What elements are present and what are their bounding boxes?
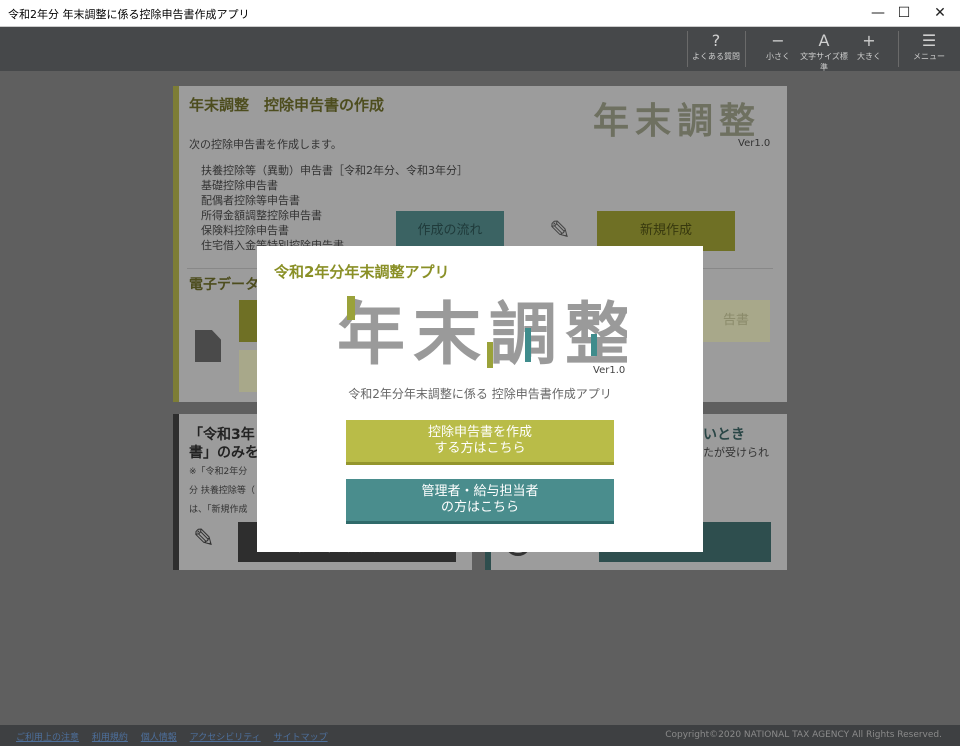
prev-year-note: ※「令和2年分: [189, 467, 248, 477]
dialog-subtitle: 令和2年分年末調整に係る 控除申告書作成アプリ: [348, 387, 612, 401]
faq-label: よくある質問: [692, 52, 740, 61]
create-declaration-button[interactable]: 控除申告書を作成 する方はこちら: [346, 420, 614, 462]
form-item: 配偶者控除等申告書: [201, 194, 300, 207]
question-icon: ?: [711, 31, 721, 50]
toolbar-divider: [687, 31, 688, 67]
footer-link[interactable]: ご利用上の注意: [16, 733, 79, 743]
footer-link[interactable]: 利用規約: [92, 733, 128, 743]
form-item: 扶養控除等（異動）申告書［令和2年分、令和3年分］: [201, 164, 468, 177]
main-heading: 年末調整 控除申告書の作成: [189, 96, 385, 114]
background-logo: 年末調整: [593, 101, 762, 142]
footer-link[interactable]: 個人情報: [141, 733, 177, 743]
form-item: 保険料控除申告書: [201, 224, 289, 237]
flow-button[interactable]: 作成の流れ: [396, 211, 504, 251]
toolbar-divider: [745, 31, 746, 67]
font-size-label: 文字サイズ標準: [800, 52, 848, 72]
smaller-button[interactable]: − 小さく: [756, 29, 800, 69]
window-title: 令和2年分 年末調整に係る控除申告書作成アプリ: [8, 8, 250, 21]
logo-accent-mark: [347, 296, 355, 320]
pencil-icon: ✎: [193, 524, 215, 554]
font-size-icon: A: [818, 31, 830, 50]
startup-dialog: 令和2年分年末調整アプリ 年末調整 Ver1.0 令和2年分年末調整に係る 控除…: [257, 246, 703, 552]
panel-accent-bar: [173, 414, 179, 570]
intro-text: 次の控除申告書を作成します。: [189, 138, 342, 151]
background-version: Ver1.0: [738, 138, 771, 149]
other-panel-title: いとき: [703, 427, 745, 443]
window-title-bar: 令和2年分 年末調整に係る控除申告書作成アプリ — ☐ ✕: [0, 0, 960, 27]
prev-year-title-2: 書」のみを: [189, 445, 259, 461]
admin-button-line2: の方はこちら: [440, 500, 519, 515]
toolbar-divider: [898, 31, 899, 67]
footer-links: ご利用上の注意 利用規約 個人情報 アクセシビリティ サイトマップ: [16, 730, 338, 743]
menu-button[interactable]: ☰ メニュー: [904, 29, 954, 69]
panel-accent-bar: [173, 86, 179, 402]
footer-link[interactable]: アクセシビリティ: [190, 733, 261, 743]
logo-accent-mark: [591, 334, 597, 356]
smaller-label: 小さく: [766, 52, 790, 61]
dialog-title: 令和2年分年末調整アプリ: [274, 263, 450, 281]
prev-year-note: は、「新規作成: [189, 505, 248, 515]
close-button[interactable]: ✕: [924, 0, 956, 26]
section2-heading: 電子データ: [189, 277, 259, 293]
font-size-reset-button[interactable]: A 文字サイズ標準: [800, 29, 848, 72]
prev-year-title-1: 「令和3年: [189, 427, 255, 443]
admin-button-line1: 管理者・給与担当者: [421, 484, 539, 499]
prev-year-note: 分 扶養控除等（: [189, 486, 255, 496]
pencil-icon: ✎: [549, 216, 571, 246]
administrator-button[interactable]: 管理者・給与担当者 の方はこちら: [346, 479, 614, 521]
minus-icon: −: [771, 31, 785, 50]
dialog-version: Ver1.0: [593, 365, 626, 376]
logo-text: 年末調整: [337, 296, 627, 370]
plus-icon: +: [862, 31, 876, 50]
larger-label: 大きく: [857, 52, 881, 61]
create-button-line2: する方はこちら: [434, 441, 526, 456]
nenmatsu-chousei-logo: 年末調整: [337, 296, 627, 370]
section2-right-button[interactable]: 告書: [702, 300, 770, 342]
footer: ご利用上の注意 利用規約 個人情報 アクセシビリティ サイトマップ Copyri…: [0, 725, 960, 746]
maximize-button[interactable]: ☐: [888, 0, 920, 26]
create-button-line1: 控除申告書を作成: [427, 425, 532, 440]
app-toolbar: ? よくある質問 − 小さく A 文字サイズ標準 + 大きく ☰ メニュー: [0, 27, 960, 72]
form-item: 所得金額調整控除申告書: [201, 209, 322, 222]
menu-label: メニュー: [913, 52, 945, 61]
hamburger-menu-icon: ☰: [921, 31, 937, 50]
logo-accent-mark: [487, 342, 493, 368]
logo-accent-mark: [525, 328, 531, 362]
other-panel-text: たが受けられ: [703, 446, 769, 459]
new-create-button[interactable]: 新規作成: [597, 211, 735, 251]
document-icon: [195, 330, 221, 362]
footer-link[interactable]: サイトマップ: [274, 733, 328, 743]
faq-button[interactable]: ? よくある質問: [690, 29, 742, 69]
copyright: Copyright©2020 NATIONAL TAX AGENCY All R…: [665, 730, 942, 740]
form-item: 基礎控除申告書: [201, 179, 278, 192]
larger-button[interactable]: + 大きく: [848, 29, 890, 69]
